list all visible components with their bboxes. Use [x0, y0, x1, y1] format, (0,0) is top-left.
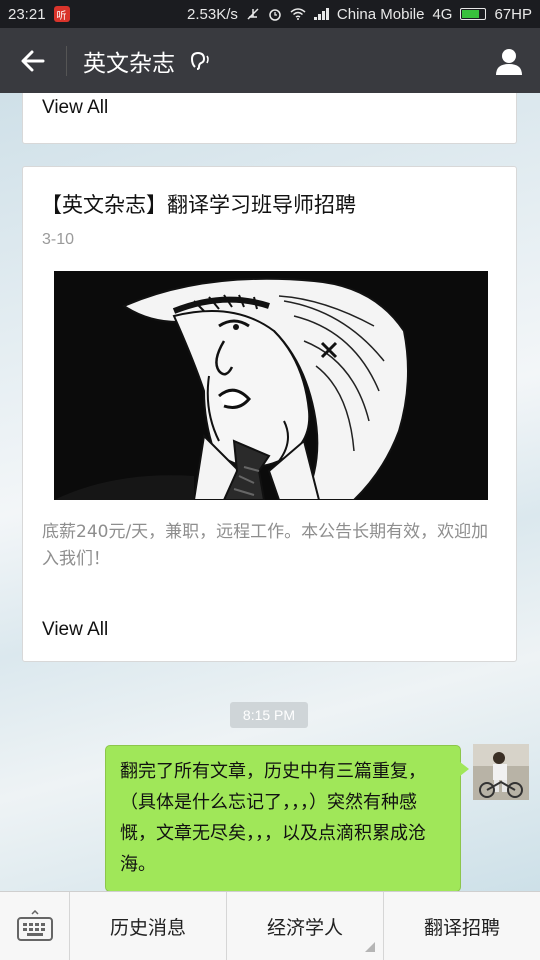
arrow-left-icon [21, 50, 45, 71]
mute-icon [247, 8, 259, 20]
message-timestamp: 8:15 PM [230, 702, 308, 728]
previous-article-card[interactable]: View All [22, 93, 517, 144]
notification-icon: 听 [53, 6, 70, 22]
network-type: 4G [432, 5, 453, 23]
status-time: 23:21 [8, 5, 46, 23]
chat-area[interactable]: View All 【英文杂志】翻译学习班导师招聘 3-10 底薪240元/天，兼… [0, 93, 540, 891]
article-date: 3-10 [42, 231, 75, 248]
cartoon-illustration [54, 271, 488, 500]
profile-button[interactable] [478, 28, 540, 93]
wifi-icon [290, 8, 306, 20]
menu-label: 翻译招聘 [423, 916, 500, 939]
user-photo [473, 744, 529, 800]
carrier-name: China Mobile [336, 5, 425, 23]
keyboard-icon [16, 910, 53, 941]
article-card[interactable]: 【英文杂志】翻译学习班导师招聘 3-10 底薪240元/天，兼职，远程工作。本公… [22, 166, 517, 662]
menu-label: 经济学人 [266, 916, 343, 939]
article-cover-image[interactable] [54, 271, 488, 500]
chat-title: 英文杂志 [83, 50, 175, 77]
view-all-link[interactable]: View All [42, 97, 108, 119]
message-bubble[interactable]: 翻完了所有文章，历史中有三篇重复，（具体是什么忘记了，，，）突然有种感慨，文章无… [105, 745, 469, 891]
alarm-icon [269, 9, 281, 21]
signal-icon [313, 8, 329, 20]
avatar[interactable] [473, 744, 529, 800]
battery-level: 67HP [494, 5, 532, 23]
article-summary: 底薪240元/天，兼职，远程工作。本公告长期有效，欢迎加入我们！ [42, 522, 489, 569]
menu-label: 历史消息 [109, 916, 186, 939]
menu-translation-recruitment[interactable]: 翻译招聘 [384, 892, 540, 960]
back-button[interactable] [0, 28, 66, 93]
bottom-menu: 历史消息 经济学人 翻译招聘 [0, 891, 540, 960]
network-speed: 2.53K/s [187, 5, 238, 23]
header-divider [66, 45, 67, 76]
menu-history-messages[interactable]: 历史消息 [70, 892, 227, 960]
status-bar: 23:21 听 2.53K/s China Mobile 4G 67HP [0, 0, 540, 28]
menu-economist[interactable]: 经济学人 [227, 892, 384, 960]
battery-icon [460, 8, 487, 20]
article-title[interactable]: 【英文杂志】翻译学习班导师招聘 [41, 189, 356, 219]
submenu-indicator-icon [365, 942, 375, 952]
title-bar: 英文杂志 [0, 28, 540, 93]
person-icon [496, 48, 522, 75]
view-all-link[interactable]: View All [42, 619, 108, 641]
ear-icon[interactable] [189, 50, 211, 72]
keyboard-toggle-button[interactable] [0, 892, 70, 960]
